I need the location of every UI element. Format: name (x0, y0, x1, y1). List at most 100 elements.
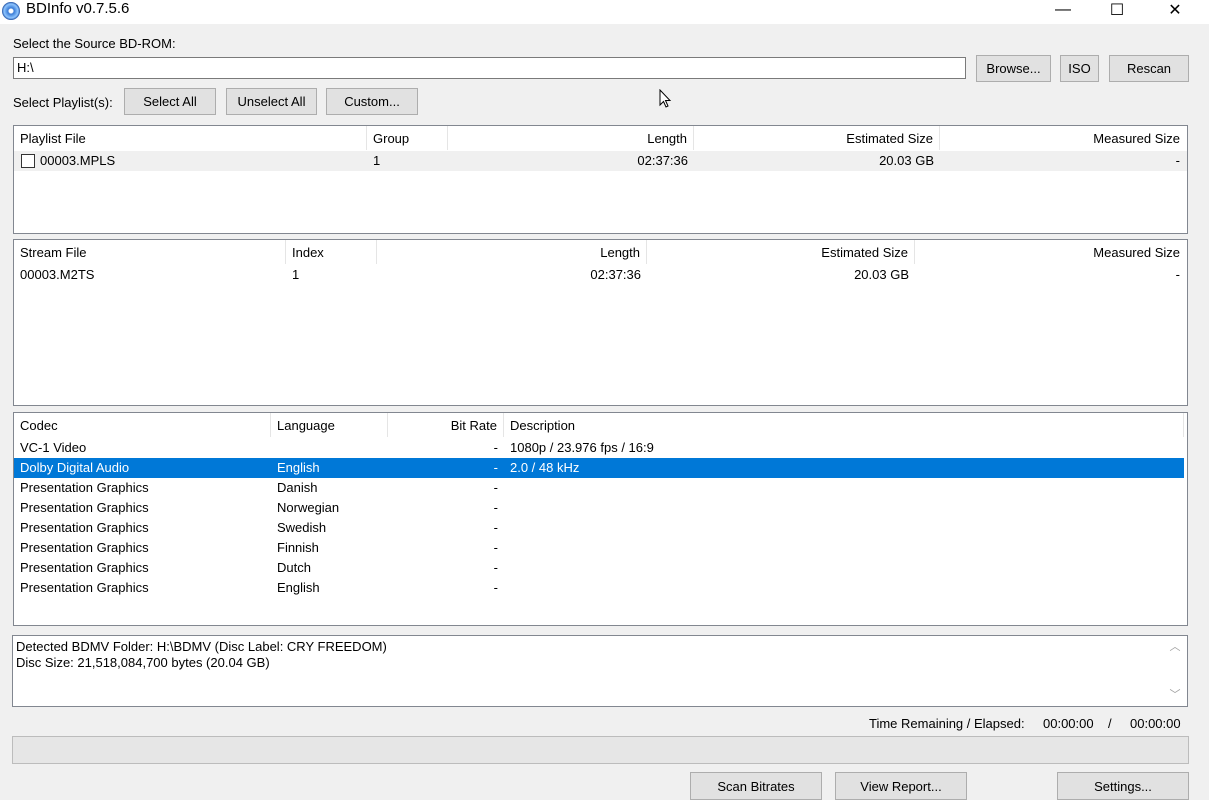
select-all-button[interactable]: Select All (124, 88, 216, 115)
codec-codec: Presentation Graphics (20, 560, 149, 575)
codec-description (504, 538, 1184, 558)
table-row[interactable]: Presentation Graphics Danish - (14, 478, 1184, 498)
stream-table[interactable]: Stream File Index Length Estimated Size … (13, 239, 1188, 406)
scroll-up-icon[interactable]: ︿ (1167, 638, 1183, 654)
stream-measured-size: - (1175, 267, 1180, 282)
custom-button[interactable]: Custom... (326, 88, 418, 115)
rescan-button[interactable]: Rescan (1109, 55, 1189, 82)
table-row[interactable]: 00003.M2TS 1 02:37:36 20.03 GB - (14, 265, 1187, 285)
col-group[interactable]: Group (367, 126, 448, 150)
codec-bitrate: - (493, 440, 498, 455)
timer-label: Time Remaining / Elapsed: (869, 716, 1025, 731)
codec-table[interactable]: Codec Language Bit Rate Description VC-1… (13, 412, 1188, 626)
codec-header: Codec Language Bit Rate Description (14, 413, 1187, 437)
col-stream-file[interactable]: Stream File (14, 240, 286, 264)
table-row[interactable]: Presentation Graphics Norwegian - (14, 498, 1184, 518)
codec-description: 1080p / 23.976 fps / 16:9 (510, 440, 654, 455)
disc-icon (2, 2, 20, 20)
codec-description (504, 518, 1184, 538)
codec-bitrate: - (493, 500, 498, 515)
table-row[interactable]: Dolby Digital Audio English -2.0 / 48 kHz (14, 458, 1184, 478)
codec-codec: Presentation Graphics (20, 480, 149, 495)
codec-description (504, 578, 1184, 598)
iso-button[interactable]: ISO (1060, 55, 1099, 82)
table-row[interactable]: 00003.MPLS 1 02:37:36 20.03 GB - (14, 151, 1187, 171)
col-estimated-size[interactable]: Estimated Size (694, 126, 940, 150)
codec-language: English (277, 580, 320, 595)
codec-bitrate: - (493, 480, 498, 495)
codec-language: Dutch (277, 560, 311, 575)
codec-language: English (277, 460, 320, 475)
playlist-label: Select Playlist(s): (13, 95, 113, 110)
col-index[interactable]: Index (286, 240, 377, 264)
playlist-estimated-size: 20.03 GB (879, 153, 934, 168)
col-codec[interactable]: Codec (14, 413, 271, 437)
table-row[interactable]: VC-1 Video -1080p / 23.976 fps / 16:9 (14, 438, 1184, 458)
unselect-all-button[interactable]: Unselect All (226, 88, 317, 115)
codec-codec: Presentation Graphics (20, 580, 149, 595)
close-button[interactable]: ✕ (1146, 0, 1204, 20)
codec-description (504, 498, 1184, 518)
col-length[interactable]: Length (448, 126, 694, 150)
source-path-input[interactable]: H:\ (13, 57, 966, 79)
col-stream-estimated-size[interactable]: Estimated Size (647, 240, 915, 264)
codec-description (504, 558, 1184, 578)
status-log[interactable]: Detected BDMV Folder: H:\BDMV (Disc Labe… (12, 635, 1188, 707)
col-stream-length[interactable]: Length (377, 240, 647, 264)
stream-length: 02:37:36 (590, 267, 641, 282)
title-bar: BDInfo v0.7.5.6 — ☐ ✕ (0, 0, 1209, 24)
status-line-folder: Detected BDMV Folder: H:\BDMV (Disc Labe… (16, 639, 387, 654)
stream-estimated-size: 20.03 GB (854, 267, 909, 282)
table-row[interactable]: Presentation Graphics Finnish - (14, 538, 1184, 558)
browse-button[interactable]: Browse... (976, 55, 1051, 82)
col-stream-measured-size[interactable]: Measured Size (915, 240, 1186, 264)
stream-file: 00003.M2TS (20, 267, 95, 282)
codec-codec: Presentation Graphics (20, 540, 149, 555)
status-line-size: Disc Size: 21,518,084,700 bytes (20.04 G… (16, 655, 270, 670)
maximize-button[interactable]: ☐ (1088, 0, 1146, 20)
col-description[interactable]: Description (504, 413, 1184, 437)
codec-language: Danish (277, 480, 318, 495)
table-row[interactable]: Presentation Graphics Swedish - (14, 518, 1184, 538)
playlist-measured-size: - (1175, 153, 1180, 168)
mouse-cursor-icon (659, 89, 672, 108)
codec-codec: Presentation Graphics (20, 500, 149, 515)
source-label: Select the Source BD-ROM: (13, 36, 176, 51)
codec-codec: Dolby Digital Audio (20, 460, 130, 475)
codec-description: 2.0 / 48 kHz (510, 460, 580, 475)
codec-language: Finnish (277, 540, 319, 555)
window-title: BDInfo v0.7.5.6 (26, 0, 130, 17)
scroll-down-icon[interactable]: ﹀ (1167, 686, 1183, 702)
codec-codec: Presentation Graphics (20, 520, 149, 535)
table-row[interactable]: Presentation Graphics Dutch - (14, 558, 1184, 578)
col-bit-rate[interactable]: Bit Rate (388, 413, 504, 437)
col-playlist-file[interactable]: Playlist File (14, 126, 367, 150)
codec-bitrate: - (493, 520, 498, 535)
playlist-group: 1 (373, 153, 381, 168)
scan-bitrates-button[interactable]: Scan Bitrates (690, 772, 822, 800)
time-remaining: 00:00:00 (1043, 716, 1094, 731)
codec-description (504, 478, 1184, 498)
codec-bitrate: - (493, 580, 498, 595)
stream-header: Stream File Index Length Estimated Size … (14, 240, 1187, 264)
playlist-checkbox[interactable] (21, 154, 35, 168)
codec-language (271, 438, 388, 458)
playlist-table[interactable]: Playlist File Group Length Estimated Siz… (13, 125, 1188, 234)
playlist-header: Playlist File Group Length Estimated Siz… (14, 126, 1187, 150)
codec-language: Swedish (277, 520, 327, 535)
col-measured-size[interactable]: Measured Size (940, 126, 1186, 150)
codec-bitrate: - (493, 560, 498, 575)
stream-index: 1 (292, 267, 300, 282)
minimize-button[interactable]: — (1034, 0, 1092, 20)
codec-bitrate: - (493, 460, 498, 475)
codec-bitrate: - (493, 540, 498, 555)
codec-codec: VC-1 Video (20, 440, 87, 455)
table-row[interactable]: Presentation Graphics English - (14, 578, 1184, 598)
col-language[interactable]: Language (271, 413, 388, 437)
time-elapsed: 00:00:00 (1130, 716, 1181, 731)
scan-progress-bar (12, 736, 1189, 764)
timer-separator: / (1108, 716, 1112, 731)
settings-button[interactable]: Settings... (1057, 772, 1189, 800)
playlist-file: 00003.MPLS (40, 153, 116, 168)
view-report-button[interactable]: View Report... (835, 772, 967, 800)
